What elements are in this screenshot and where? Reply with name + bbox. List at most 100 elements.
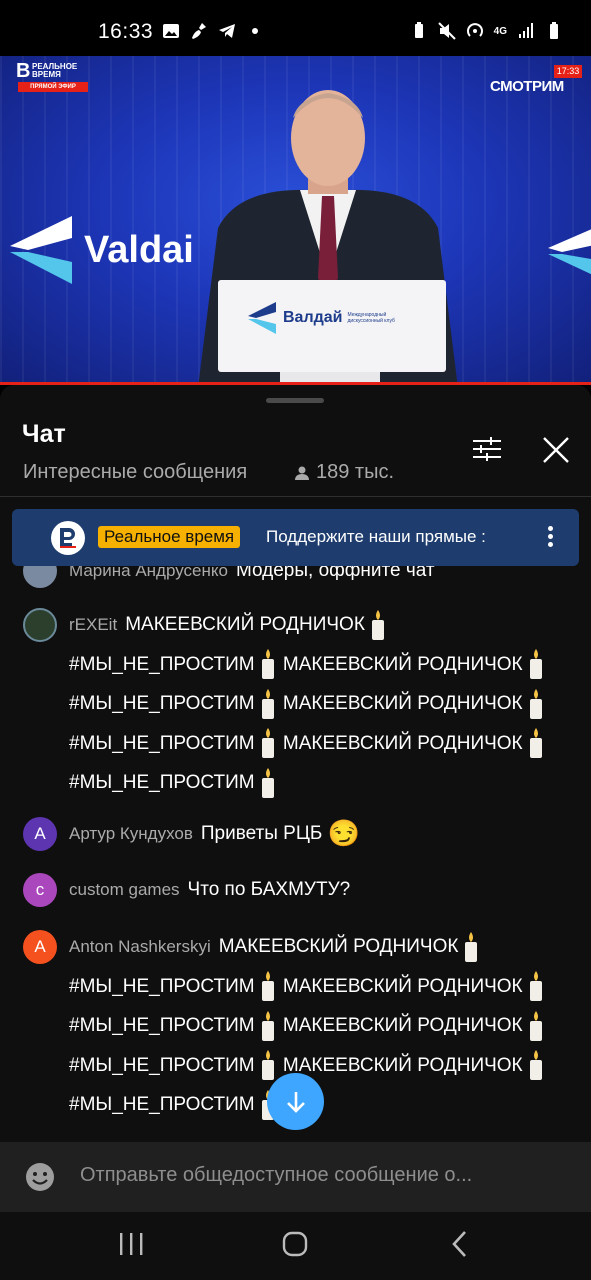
valdai-banner: Valdai xyxy=(10,216,194,284)
notification-icons xyxy=(162,22,264,40)
live-label: ПРЯМОЙ ЭФИР xyxy=(18,82,88,92)
broom-icon xyxy=(192,23,206,39)
candle-emoji-icon xyxy=(371,609,385,640)
message-text: Модеры, оффните чат xyxy=(235,566,435,581)
message-text: МАКЕЕВСКИЙ РОДНИЧОК xyxy=(282,653,523,675)
message-author[interactable]: Артур Кундухов xyxy=(69,824,193,843)
candle-emoji-icon xyxy=(261,688,275,719)
chat-message-input[interactable]: Отправьте общедоступное сообщение о... xyxy=(80,1164,560,1187)
avatar[interactable]: А xyxy=(23,817,57,851)
chat-title: Чат xyxy=(22,420,66,448)
dot-icon xyxy=(252,28,258,34)
more-vert-icon[interactable] xyxy=(540,523,560,553)
header-divider xyxy=(0,496,591,497)
message-author[interactable]: Anton Nashkerskyi xyxy=(69,937,211,956)
pinned-avatar[interactable] xyxy=(51,521,85,555)
podium-name: Валдай xyxy=(283,309,343,326)
candle-emoji-icon xyxy=(261,971,275,1002)
clock-badge: 17:33 xyxy=(554,65,582,78)
pinned-text: Поддержите наши прямые : xyxy=(266,527,486,546)
channel-logo: B РЕАЛЬНОЕ ВРЕМЯ ПРЯМОЙ ЭФИР xyxy=(16,60,88,92)
message-text: МАКЕЕВСКИЙ РОДНИЧОК xyxy=(282,693,523,714)
chat-message: c custom games Что по БАХМУТУ? xyxy=(23,870,578,910)
avatar[interactable] xyxy=(23,566,57,588)
message-text: #МЫ_НЕ_ПРОСТИМ xyxy=(69,693,255,714)
battery-saver-icon xyxy=(414,22,423,38)
message-text: МАКЕЕВСКИЙ РОДНИЧОК xyxy=(218,936,459,957)
message-author[interactable]: rEXEit xyxy=(69,615,117,634)
candle-emoji-icon xyxy=(529,649,543,680)
chat-message: А Артур Кундухов Приветы РЦБ 😏 xyxy=(23,814,578,854)
emoji-icon[interactable] xyxy=(24,1161,56,1193)
channel-logo-line2: ВРЕМЯ xyxy=(32,70,61,79)
valdai-logo-icon xyxy=(10,216,72,284)
network-type: 4G xyxy=(493,25,507,37)
message-author[interactable]: Марина Андрусенко xyxy=(69,566,228,580)
message-text: #МЫ_НЕ_ПРОСТИМ xyxy=(69,1094,255,1115)
scroll-to-bottom-button[interactable] xyxy=(267,1073,324,1130)
chat-message-list[interactable]: Марина Андрусенко Модеры, оффните чат rEX… xyxy=(0,566,591,1142)
status-bar: 16:33 4G xyxy=(0,0,591,56)
message-text: #МЫ_НЕ_ПРОСТИМ xyxy=(69,772,255,793)
hotspot-icon xyxy=(466,23,483,37)
close-icon[interactable] xyxy=(538,432,574,468)
message-text: МАКЕЕВСКИЙ РОДНИЧОК xyxy=(282,732,523,754)
system-icons: 4G xyxy=(410,22,563,40)
message-text: #МЫ_НЕ_ПРОСТИМ xyxy=(69,975,255,997)
valdai-logo-icon-right xyxy=(548,229,591,275)
viewer-count-text: 189 тыс. xyxy=(316,461,395,483)
pinned-message[interactable]: Реальное время Поддержите наши прямые : xyxy=(12,509,579,566)
avatar[interactable]: A xyxy=(23,930,57,964)
candle-emoji-icon xyxy=(261,728,275,759)
battery-icon xyxy=(550,22,558,39)
message-text: МАКЕЕВСКИЙ РОДНИЧОК xyxy=(282,975,523,997)
viewer-count: 189 тыс. xyxy=(294,461,394,484)
realnoe-vremya-logo-icon xyxy=(60,528,76,548)
candle-emoji-icon xyxy=(529,971,543,1002)
podium-base xyxy=(280,372,380,382)
broadcaster-logo: СМОТРИМ xyxy=(490,78,564,95)
podium-logo-icon xyxy=(248,302,276,334)
candle-emoji-icon xyxy=(529,688,543,719)
avatar[interactable] xyxy=(23,608,57,642)
candle-emoji-icon xyxy=(529,1010,543,1041)
chat-message: rEXEit МАКЕЕВСКИЙ РОДНИЧОК #МЫ_НЕ_ПРОСТИМ… xyxy=(23,605,578,803)
message-text: Приветы РЦБ xyxy=(200,823,323,844)
chat-message: Марина Андрусенко Модеры, оффните чат xyxy=(23,566,578,591)
message-text: #МЫ_НЕ_ПРОСТИМ xyxy=(69,1015,255,1036)
candle-emoji-icon xyxy=(261,649,275,680)
sliders-icon[interactable] xyxy=(470,432,504,466)
recent-apps-icon[interactable] xyxy=(118,1232,144,1256)
message-text: #МЫ_НЕ_ПРОСТИМ xyxy=(69,1054,255,1076)
candle-emoji-icon xyxy=(261,1010,275,1041)
candle-emoji-icon xyxy=(464,931,478,962)
back-icon[interactable] xyxy=(450,1230,470,1258)
candle-emoji-icon xyxy=(261,1050,275,1081)
message-text: МАКЕЕВСКИЙ РОДНИЧОК xyxy=(282,1054,523,1076)
signal-icon xyxy=(519,23,533,38)
drag-handle[interactable] xyxy=(266,398,324,403)
message-text: МАКЕЕВСКИЙ РОДНИЧОК xyxy=(282,1015,523,1036)
candle-emoji-icon xyxy=(529,1050,543,1081)
channel-logo-letter: B xyxy=(16,60,31,82)
message-text: Что по БАХМУТУ? xyxy=(187,879,351,900)
message-text: МАКЕЕВСКИЙ РОДНИЧОК xyxy=(125,614,365,635)
valdai-banner-text: Valdai xyxy=(84,228,194,271)
avatar[interactable]: c xyxy=(23,873,57,907)
podium: Валдай Международный дискуссионный клуб xyxy=(218,280,446,372)
arrow-down-icon xyxy=(286,1091,305,1113)
gallery-icon xyxy=(163,24,179,38)
candle-emoji-icon xyxy=(261,767,275,798)
person-icon xyxy=(295,466,309,480)
video-player[interactable]: B РЕАЛЬНОЕ ВРЕМЯ ПРЯМОЙ ЭФИР СМОТРИМ 17:… xyxy=(0,56,591,384)
candle-emoji-icon xyxy=(529,728,543,759)
message-text: #МЫ_НЕ_ПРОСТИМ xyxy=(69,732,255,754)
podium-subtitle: Международный дискуссионный клуб xyxy=(347,312,395,324)
chat-mode-selector[interactable]: Интересные сообщения xyxy=(23,461,247,484)
pinned-author-badge[interactable]: Реальное время xyxy=(98,526,241,548)
mute-icon xyxy=(437,22,456,40)
message-author[interactable]: custom games xyxy=(69,880,180,899)
home-icon[interactable] xyxy=(282,1231,308,1257)
telegram-icon xyxy=(219,24,235,38)
status-time: 16:33 xyxy=(98,20,154,43)
